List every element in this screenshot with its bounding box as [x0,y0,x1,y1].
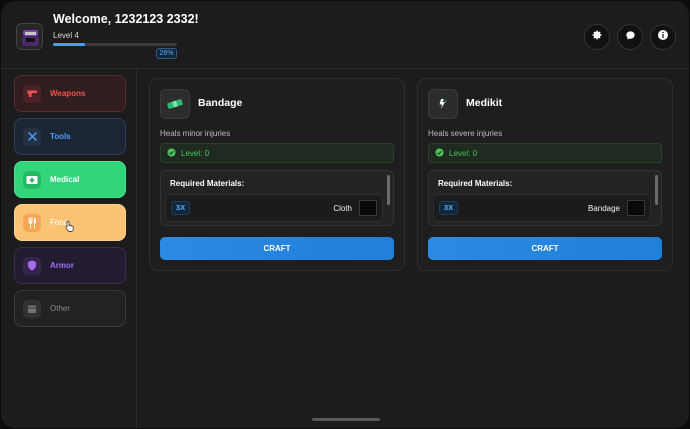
category-medical[interactable]: Medical [14,161,126,198]
avatar[interactable] [16,23,43,50]
chat-icon [625,28,636,46]
xp-progress-bar [53,43,177,46]
xp-progress-fill [53,43,86,46]
material-row: 3X Bandage [433,194,651,222]
material-name: Bandage [587,204,620,213]
crafting-window: Welcome, 1232123 2332! Level 4 26% Weapo… [1,1,689,428]
material-row: 3X Cloth [165,194,383,222]
welcome-text: Welcome, 1232123 2332! [53,12,199,26]
materials-scrollbar[interactable] [655,175,658,205]
home-indicator[interactable] [312,418,380,421]
category-label: Medical [50,175,80,184]
recipe-description: Heals minor injuries [160,129,231,138]
gear-icon [591,28,603,46]
level-text: Level: 0 [449,148,478,158]
required-materials: Required Materials: 3X Bandage [428,170,662,226]
level-text: Level: 0 [181,148,210,158]
material-quantity: 3X [171,201,190,215]
material-slot [627,200,645,216]
recipe-description: Heals severe injuries [428,129,503,138]
pointer-cursor-icon [65,219,75,237]
xp-percent-badge: 26% [156,48,177,59]
category-label: Weapons [50,89,86,98]
shield-icon [23,256,41,275]
medkit-icon [23,170,41,189]
box-icon [23,299,41,318]
level-requirement: Level: 0 [160,143,394,163]
gun-icon [23,84,41,103]
category-other[interactable]: Other [14,290,126,327]
craft-button[interactable]: CRAFT [160,237,394,260]
recipe-card: Bandage Heals minor injuries Level: 0 Re… [149,78,405,271]
material-slot [359,200,377,216]
material-quantity: 3X [439,201,458,215]
recipe-title: Medikit [466,97,503,109]
category-sidebar: Weapons Tools Medical Food Armor Other [1,69,137,428]
medikit-icon [428,89,458,119]
recipe-title: Bandage [198,97,243,109]
bandage-icon [160,89,190,119]
category-label: Other [50,304,71,313]
materials-scrollbar[interactable] [387,175,390,205]
level-requirement: Level: 0 [428,143,662,163]
category-label: Armor [50,261,75,270]
tools-icon [23,127,41,146]
category-armor[interactable]: Armor [14,247,126,284]
category-tools[interactable]: Tools [14,118,126,155]
materials-title: Required Materials: [170,179,245,188]
recipe-card: Medikit Heals severe injuries Level: 0 R… [417,78,673,271]
check-circle-icon [167,144,176,162]
required-materials: Required Materials: 3X Cloth [160,170,394,226]
info-icon [657,28,669,46]
header: Welcome, 1232123 2332! Level 4 26% [1,1,689,69]
materials-title: Required Materials: [438,179,513,188]
craft-button[interactable]: CRAFT [428,237,662,260]
category-weapons[interactable]: Weapons [14,75,126,112]
chat-button[interactable] [617,24,643,50]
food-icon [23,213,41,232]
info-button[interactable] [650,24,676,50]
category-label: Tools [50,132,71,141]
check-circle-icon [435,144,444,162]
material-name: Cloth [333,204,352,213]
level-label: Level 4 [53,31,79,40]
settings-button[interactable] [584,24,610,50]
